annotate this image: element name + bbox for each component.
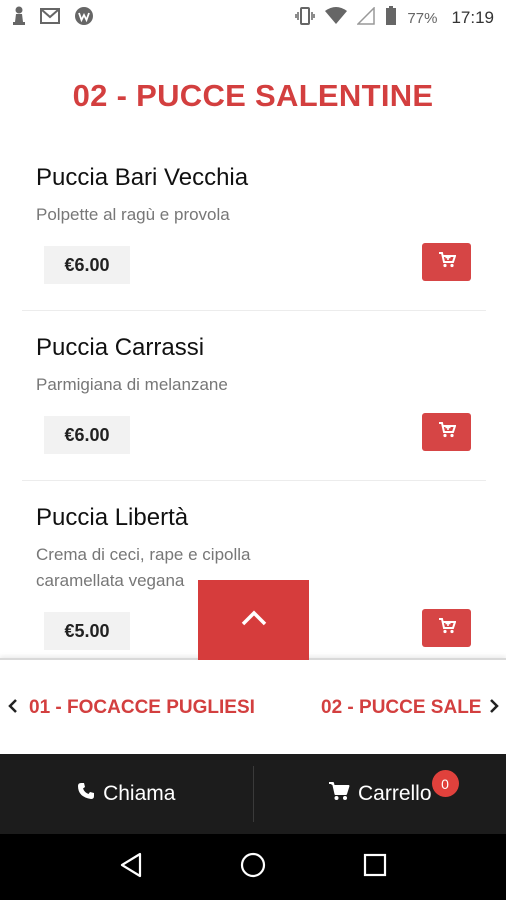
item-name: Puccia Carrassi bbox=[36, 334, 205, 361]
menu-content[interactable]: 02 - PUCCE SALENTINE Puccia Bari Vecchia… bbox=[0, 36, 506, 658]
cart-icon bbox=[438, 617, 456, 639]
system-status: 77% 17:19 bbox=[295, 5, 494, 31]
menu-item: Puccia Carrassi Parmigiana di melanzane … bbox=[22, 334, 486, 481]
call-label: Chiama bbox=[103, 782, 176, 805]
clock: 17:19 bbox=[451, 8, 494, 27]
category-title: 02 - PUCCE SALENTINE bbox=[72, 78, 434, 113]
tabs-prev-button[interactable] bbox=[5, 698, 21, 718]
home-icon[interactable] bbox=[240, 852, 266, 883]
call-button[interactable]: Chiama bbox=[0, 754, 253, 834]
item-price: €6.00 bbox=[44, 246, 130, 284]
tabs-next-button[interactable] bbox=[486, 698, 502, 718]
cart-button[interactable]: Carrello 0 bbox=[254, 754, 506, 834]
item-description: Parmigiana di melanzane bbox=[36, 375, 228, 394]
back-icon[interactable] bbox=[119, 852, 143, 883]
category-tabs: 01 - FOCACCE PUGLIESI 02 - PUCCE SALE bbox=[0, 658, 506, 754]
chevron-left-icon bbox=[8, 698, 18, 719]
cart-icon bbox=[438, 421, 456, 443]
phone-icon bbox=[77, 782, 95, 806]
system-nav-bar bbox=[0, 834, 506, 900]
tab-pucce-salentine[interactable]: 02 - PUCCE SALE bbox=[321, 697, 485, 719]
recents-icon[interactable] bbox=[363, 853, 387, 882]
w-app-icon bbox=[74, 6, 94, 31]
vibrate-icon bbox=[295, 6, 316, 30]
chevron-right-icon bbox=[489, 698, 499, 719]
battery-icon bbox=[385, 5, 397, 31]
add-to-cart-button[interactable] bbox=[422, 609, 471, 647]
bottom-action-bar: Chiama Carrello 0 bbox=[0, 754, 506, 834]
item-divider bbox=[22, 480, 486, 481]
scroll-top-button[interactable] bbox=[198, 580, 309, 660]
item-divider bbox=[22, 310, 486, 311]
item-name: Puccia Libertà bbox=[36, 504, 189, 531]
cart-count-badge: 0 bbox=[431, 770, 459, 797]
item-price: €5.00 bbox=[44, 612, 130, 650]
item-price: €6.00 bbox=[44, 416, 130, 454]
notification-icons bbox=[12, 6, 94, 31]
battery-percent: 77% bbox=[407, 9, 438, 27]
signal-icon bbox=[356, 5, 376, 30]
item-description: Polpette al ragù e provola bbox=[36, 205, 230, 224]
cart-icon bbox=[328, 781, 350, 807]
wifi-icon bbox=[325, 6, 348, 30]
cart-icon bbox=[438, 251, 456, 273]
add-to-cart-button[interactable] bbox=[422, 243, 471, 281]
gmail-icon bbox=[40, 7, 60, 29]
add-to-cart-button[interactable] bbox=[422, 413, 471, 451]
status-bar: 77% 17:19 bbox=[0, 0, 506, 36]
menu-item: Puccia Bari Vecchia Polpette al ragù e p… bbox=[22, 164, 486, 311]
cart-label: Carrello bbox=[357, 782, 432, 805]
chess-pawn-icon bbox=[12, 6, 26, 31]
item-name: Puccia Bari Vecchia bbox=[36, 164, 249, 191]
tab-focacce-pugliesi[interactable]: 01 - FOCACCE PUGLIESI bbox=[29, 697, 255, 719]
chevron-up-icon bbox=[240, 609, 268, 632]
